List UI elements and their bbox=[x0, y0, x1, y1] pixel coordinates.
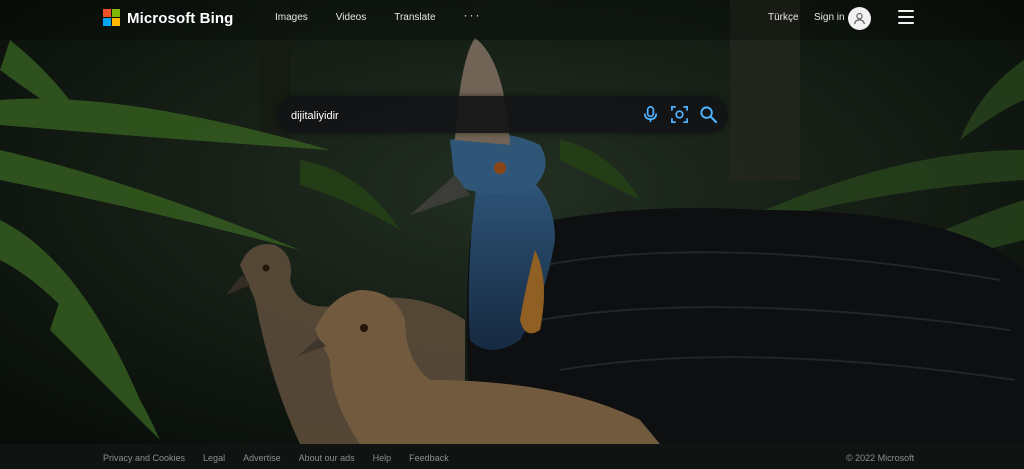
footer-about-ads-link[interactable]: About our ads bbox=[299, 453, 355, 463]
nav-more-button[interactable]: ··· bbox=[464, 8, 482, 23]
microsoft-logo-icon bbox=[103, 9, 121, 27]
menu-icon[interactable] bbox=[898, 10, 914, 24]
search-input[interactable] bbox=[289, 105, 623, 126]
footer-advertise-link[interactable]: Advertise bbox=[243, 453, 281, 463]
background-image bbox=[0, 0, 1024, 469]
top-nav: Images Videos Translate ··· bbox=[275, 8, 510, 23]
nav-images[interactable]: Images bbox=[275, 12, 308, 23]
nav-translate[interactable]: Translate bbox=[394, 12, 435, 23]
nav-videos[interactable]: Videos bbox=[336, 12, 366, 23]
search-box bbox=[278, 96, 728, 133]
brand-name: Microsoft Bing bbox=[127, 9, 234, 27]
search-icon[interactable] bbox=[699, 105, 718, 124]
footer-legal-link[interactable]: Legal bbox=[203, 453, 225, 463]
footer: Privacy and Cookies Legal Advertise Abou… bbox=[0, 444, 1024, 469]
footer-feedback-link[interactable]: Feedback bbox=[409, 453, 449, 463]
bing-logo[interactable]: Microsoft Bing bbox=[103, 8, 233, 28]
footer-help-link[interactable]: Help bbox=[373, 453, 392, 463]
visual-search-icon[interactable] bbox=[670, 105, 689, 124]
signin-link[interactable]: Sign in bbox=[814, 12, 845, 23]
footer-privacy-link[interactable]: Privacy and Cookies bbox=[103, 453, 185, 463]
microphone-icon[interactable] bbox=[641, 105, 660, 124]
footer-links: Privacy and Cookies Legal Advertise Abou… bbox=[103, 453, 467, 463]
top-bar: Microsoft Bing Images Videos Translate ·… bbox=[0, 0, 1024, 36]
copyright-text: © 2022 Microsoft bbox=[846, 453, 915, 463]
avatar-icon[interactable] bbox=[848, 7, 871, 30]
language-link[interactable]: Türkçe bbox=[768, 12, 799, 23]
